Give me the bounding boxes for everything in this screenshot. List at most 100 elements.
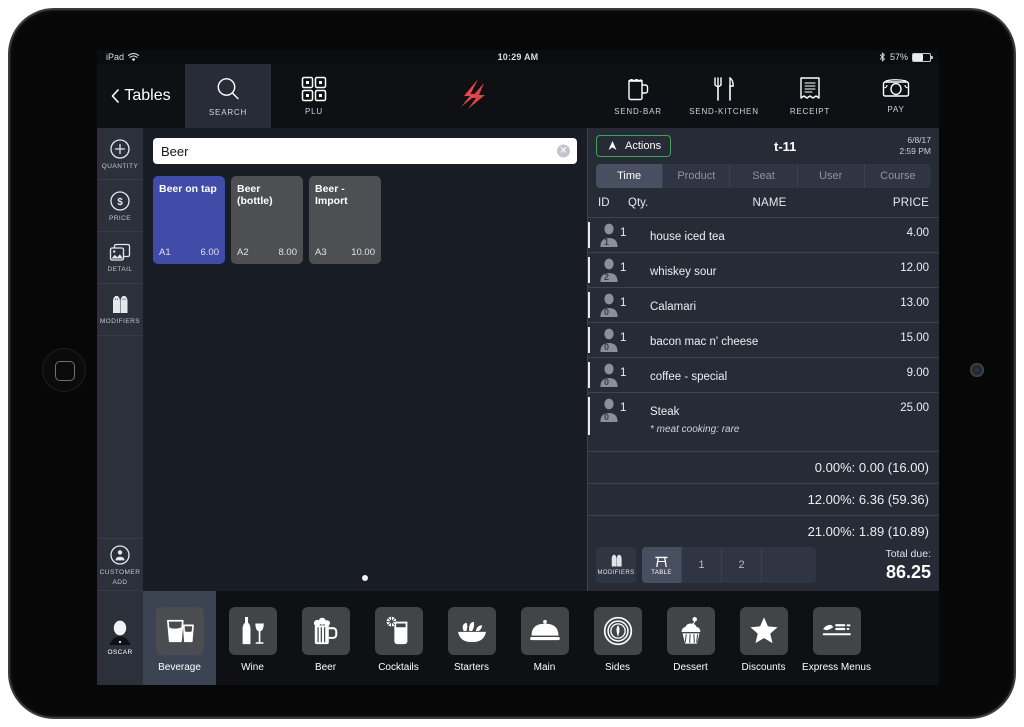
page-indicator[interactable] [143, 575, 587, 581]
home-button[interactable] [42, 348, 86, 392]
segment-user[interactable]: User [798, 164, 865, 188]
product-tile-price: 10.00 [351, 247, 375, 258]
order-line-qty: 1 [620, 262, 627, 274]
category-dessert[interactable]: Dessert [654, 591, 727, 685]
battery-icon [912, 52, 933, 62]
seat-number: 2 [604, 272, 610, 282]
order-date: 6/8/17 [907, 134, 931, 145]
order-line-row[interactable]: 0 1 bacon mac n' cheese 15.00 [588, 322, 939, 357]
order-line-row[interactable]: 1 1 house iced tea 4.00 [588, 217, 939, 252]
products-panel: Beer ✕ Beer on tap A1 6.00 Beer (bottle) [143, 128, 587, 591]
category-beverage[interactable]: Beverage [143, 591, 216, 685]
order-line-row[interactable]: 2 1 whiskey sour 12.00 [588, 252, 939, 287]
order-line-qty: 1 [620, 332, 627, 344]
product-tile[interactable]: Beer on tap A1 6.00 [153, 176, 225, 264]
order-line-price: 12.00 [900, 262, 929, 274]
category-label: Beer [314, 661, 337, 673]
toolbar-send-kitchen-label: SEND-KITCHEN [689, 107, 759, 116]
seat-person-icon: 0 [598, 362, 620, 388]
rail-customer-add-button[interactable]: CUSTOMER ADD [97, 539, 143, 591]
logged-in-user[interactable]: OSCAR [97, 591, 143, 685]
rail-item-detail[interactable]: DETAIL [97, 232, 143, 284]
rail-item-quantity[interactable]: QUANTITY [97, 128, 143, 180]
order-line-price: 13.00 [900, 297, 929, 309]
order-header: Actions t-11 6/8/17 2:59 PM [588, 128, 939, 164]
order-line-note: * meat cooking: rare [650, 424, 740, 435]
status-clock: 10:29 AM [497, 52, 539, 62]
product-tile-grid: Beer on tap A1 6.00 Beer (bottle) A2 8.0… [153, 176, 577, 264]
product-tile[interactable]: Beer - Import A3 10.00 [309, 176, 381, 264]
seat-number: 1 [604, 237, 610, 247]
segment-product[interactable]: Product [663, 164, 731, 188]
category-discounts[interactable]: Discounts [727, 591, 800, 685]
order-line-marker [588, 327, 590, 353]
seat-number: 0 [604, 307, 610, 317]
toolbar-plu-button[interactable]: PLU [271, 64, 357, 128]
order-footer-buttons: MODIFIERS TABLE 1 2 [596, 547, 816, 583]
product-tile[interactable]: Beer (bottle) A2 8.00 [231, 176, 303, 264]
order-line-body: Calamari [650, 292, 871, 315]
search-input[interactable]: Beer ✕ [153, 138, 577, 164]
seat-person-icon: 1 [598, 222, 620, 248]
order-line-row[interactable]: 0 1 Steak * meat cooking: rare 25.00 [588, 392, 939, 439]
detail-images-icon [109, 243, 131, 263]
toolbar-send-bar-button[interactable]: SEND-BAR [595, 64, 681, 128]
top-toolbar: Tables SEARCH PLU SEND-BAR SEND-KITCHEN … [97, 64, 939, 128]
rail-label-price: PRICE [108, 214, 132, 222]
rail-label-detail: DETAIL [107, 265, 133, 273]
category-main[interactable]: Main [508, 591, 581, 685]
product-tile-code: A1 [159, 247, 171, 258]
product-tile-name: Beer - Import [315, 183, 348, 208]
segment-course[interactable]: Course [865, 164, 931, 188]
order-line-row[interactable]: 0 1 coffee - special 9.00 [588, 357, 939, 392]
rail-item-price[interactable]: $ PRICE [97, 180, 143, 232]
category-beer[interactable]: Beer [289, 591, 362, 685]
segment-time[interactable]: Time [596, 164, 664, 188]
grid-icon [301, 76, 327, 102]
order-line-body: whiskey sour [650, 257, 871, 280]
product-tile-price: 6.00 [200, 247, 220, 258]
footer-seat-empty-slot[interactable] [762, 547, 816, 583]
segment-seat[interactable]: Seat [730, 164, 798, 188]
order-line-body: bacon mac n' cheese [650, 327, 871, 350]
toolbar-spacer-left [357, 64, 436, 128]
rail-empty-space [97, 336, 143, 539]
beer-mug-icon [625, 76, 651, 102]
toolbar-receipt-button[interactable]: RECEIPT [767, 64, 853, 128]
toolbar-pay-button[interactable]: PAY [853, 64, 939, 128]
actions-button[interactable]: Actions [596, 135, 672, 157]
toolbar-send-kitchen-button[interactable]: SEND-KITCHEN [681, 64, 767, 128]
clear-circle-icon[interactable]: ✕ [557, 144, 570, 158]
search-icon [214, 75, 242, 103]
footer-table-button[interactable]: TABLE [642, 547, 682, 583]
svg-text:$: $ [117, 197, 123, 208]
column-header-price: PRICE [892, 197, 929, 209]
footer-modifiers-label: MODIFIERS [597, 570, 635, 576]
category-starters[interactable]: Starters [435, 591, 508, 685]
footer-seat-1-button[interactable]: 1 [682, 547, 722, 583]
seat-person-icon: 0 [598, 397, 620, 423]
category-cocktails[interactable]: Cocktails [362, 591, 435, 685]
order-line-price: 25.00 [900, 402, 929, 414]
category-wine[interactable]: Wine [216, 591, 289, 685]
order-line-row[interactable]: 0 1 Calamari 13.00 [588, 287, 939, 322]
plus-circle-icon [109, 138, 131, 160]
product-tile-name: Beer on tap [159, 183, 217, 195]
category-sides[interactable]: Sides [581, 591, 654, 685]
back-to-tables-button[interactable]: Tables [97, 64, 185, 128]
table-icon [655, 555, 668, 568]
order-footer: MODIFIERS TABLE 1 2 Total due: 86.25 [588, 547, 939, 591]
toolbar-search-button[interactable]: SEARCH [185, 64, 271, 128]
toolbar-plu-label: PLU [305, 107, 323, 116]
footer-modifiers-button[interactable]: MODIFIERS [596, 547, 636, 583]
seat-person-icon: 0 [598, 327, 620, 353]
category-express-menus[interactable]: Express Menus [800, 591, 873, 685]
rail-item-modifiers[interactable]: MODIFIERS [97, 284, 143, 336]
seat-number: 0 [604, 342, 610, 352]
order-panel: Actions t-11 6/8/17 2:59 PM Time Product… [587, 128, 939, 591]
rail-label-modifiers: MODIFIERS [99, 317, 141, 325]
footer-seat-2-button[interactable]: 2 [722, 547, 762, 583]
back-label: Tables [124, 87, 171, 104]
order-line-qty: 1 [620, 367, 627, 379]
category-label: Wine [241, 661, 264, 673]
